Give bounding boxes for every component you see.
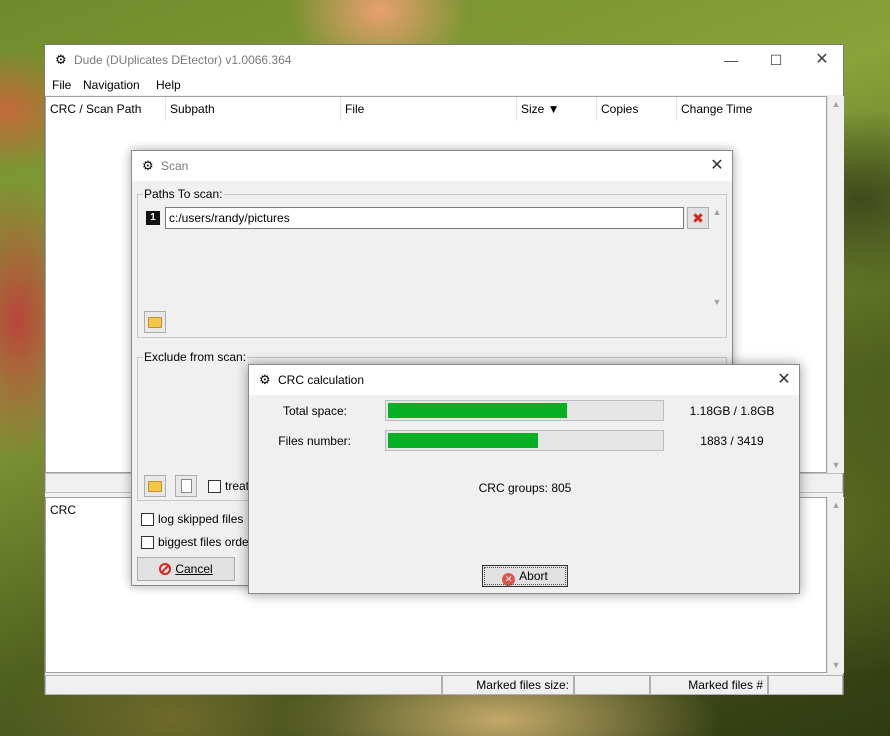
scan-close-icon[interactable]: ✕: [702, 151, 732, 181]
scan-title: Scan: [161, 159, 189, 173]
total-space-progress: [385, 400, 664, 421]
menu-navigation[interactable]: Navigation: [83, 78, 140, 92]
gear-icon: ⚙: [142, 158, 154, 173]
menu-file[interactable]: File: [52, 78, 71, 92]
paths-label: Paths To scan:: [143, 187, 224, 201]
menu-bar: File Navigation Help: [45, 75, 843, 95]
maximize-button[interactable]: ☐: [753, 45, 799, 75]
marked-size-label: Marked files size:: [442, 675, 574, 695]
log-skipped-label: log skipped files: [158, 512, 244, 526]
scroll-down-icon[interactable]: ▼: [828, 660, 844, 670]
scroll-up-icon[interactable]: ▲: [828, 500, 844, 510]
crc-title: CRC calculation: [278, 373, 365, 387]
close-button[interactable]: ✕: [799, 45, 845, 75]
minimize-button[interactable]: —: [708, 45, 754, 75]
crc-dialog: ⚙ CRC calculation ✕ Total space: 1.18GB …: [248, 364, 800, 594]
main-title: Dude (DUplicates DEtector) v1.0066.364: [74, 53, 292, 67]
marked-count-value: [768, 675, 843, 695]
scroll-up-icon[interactable]: ▲: [828, 99, 844, 109]
scan-titlebar[interactable]: ⚙ Scan ✕: [132, 151, 732, 181]
status-bar: Marked files size: Marked files #: [45, 675, 843, 695]
files-number-value: 1883 / 3419: [700, 434, 764, 448]
log-skipped-checkbox[interactable]: [141, 513, 154, 526]
folder-icon: [148, 317, 162, 328]
crc-groups-text: CRC groups: 805: [478, 481, 572, 495]
cancel-label: Cancel: [175, 562, 213, 576]
abort-icon: ✕: [502, 573, 516, 586]
menu-help[interactable]: Help: [156, 78, 181, 92]
column-crc-scan-path[interactable]: CRC / Scan Path: [46, 97, 166, 121]
abort-button[interactable]: ✕ Abort: [482, 565, 568, 587]
paths-group: Paths To scan: 1 c:/users/randy/pictures…: [137, 187, 727, 338]
paths-scrollbar[interactable]: ▲ ▼: [709, 205, 725, 309]
total-space-progress-fill: [388, 403, 567, 418]
scroll-down-icon[interactable]: ▼: [709, 297, 725, 307]
path-number-badge: 1: [146, 211, 160, 225]
folder-icon: [148, 481, 162, 492]
column-file[interactable]: File: [341, 97, 517, 121]
add-exclude-expression-button[interactable]: [175, 475, 197, 497]
marked-count-label: Marked files #: [650, 675, 768, 695]
cancel-button[interactable]: Cancel: [137, 557, 235, 581]
total-space-value: 1.18GB / 1.8GB: [689, 404, 775, 418]
scroll-down-icon[interactable]: ▼: [828, 460, 844, 470]
add-exclude-button[interactable]: [144, 475, 166, 497]
column-subpath[interactable]: Subpath: [166, 97, 341, 121]
files-number-label: Files number:: [278, 434, 351, 448]
remove-path-button[interactable]: ✖: [687, 207, 709, 229]
main-titlebar[interactable]: ⚙ Dude (DUplicates DEtector) v1.0066.364…: [45, 45, 843, 75]
column-copies[interactable]: Copies: [597, 97, 677, 121]
treat-label: treat: [225, 479, 250, 493]
marked-size-value: [574, 675, 650, 695]
gear-icon: ⚙: [55, 52, 67, 67]
files-number-progress-fill: [388, 433, 538, 448]
lower-scrollbar[interactable]: ▲ ▼: [827, 497, 844, 673]
total-space-label: Total space:: [282, 404, 347, 418]
path-input[interactable]: c:/users/randy/pictures: [165, 207, 684, 229]
column-change-time[interactable]: Change Time: [677, 97, 827, 121]
biggest-files-label: biggest files orde: [158, 535, 249, 549]
document-icon: [180, 479, 192, 493]
exclude-label: Exclude from scan:: [143, 350, 248, 364]
files-number-progress: [385, 430, 664, 451]
scroll-up-icon[interactable]: ▲: [709, 207, 725, 217]
status-left: [45, 675, 442, 695]
treat-checkbox[interactable]: [208, 480, 221, 493]
gear-icon: ⚙: [259, 372, 271, 387]
abort-label: Abort: [519, 569, 548, 583]
crc-titlebar[interactable]: ⚙ CRC calculation ✕: [249, 365, 799, 395]
add-path-button[interactable]: [144, 311, 166, 333]
column-size[interactable]: Size ▼: [517, 97, 597, 121]
crc-close-icon[interactable]: ✕: [769, 365, 799, 395]
cancel-icon: [159, 563, 172, 575]
upper-scrollbar[interactable]: ▲ ▼: [827, 96, 844, 473]
biggest-files-checkbox[interactable]: [141, 536, 154, 549]
